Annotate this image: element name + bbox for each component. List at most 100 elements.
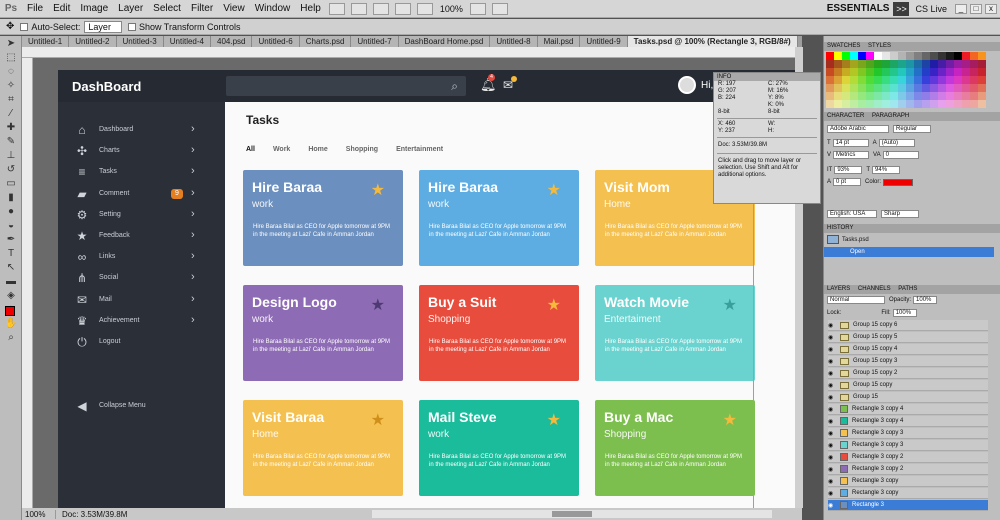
- color-swatch[interactable]: [874, 76, 882, 84]
- layer-row[interactable]: ◉ Group 15: [828, 392, 988, 403]
- color-swatch[interactable]: [866, 84, 874, 92]
- color-swatch[interactable]: [874, 84, 882, 92]
- task-card[interactable]: Buy a Mac Shopping Hire Baraa Bilal as CEO…: [595, 400, 755, 496]
- sidebar-item-logout[interactable]: ⏻ Logout: [58, 333, 225, 353]
- color-swatch[interactable]: [866, 76, 874, 84]
- eye-icon[interactable]: ◉: [828, 382, 837, 389]
- menu-image[interactable]: Image: [75, 3, 113, 14]
- task-card[interactable]: Watch Movie Entertaiment Hire Baraa Bilal …: [595, 285, 755, 381]
- sidebar-item-achievement[interactable]: ♛ Achievement ›: [58, 312, 225, 332]
- color-swatch[interactable]: [978, 76, 986, 84]
- gradient-tool-icon[interactable]: ▮: [4, 192, 18, 204]
- history-brush-tool-icon[interactable]: ↺: [4, 164, 18, 176]
- workspace-switcher[interactable]: ESSENTIALS: [827, 3, 890, 14]
- sidebar-item-dashboard[interactable]: ⌂ Dashboard ›: [58, 121, 225, 141]
- avatar[interactable]: [678, 76, 696, 94]
- filter-tab-shopping[interactable]: Shopping: [346, 146, 378, 153]
- color-swatch[interactable]: [850, 100, 858, 108]
- eye-icon[interactable]: ◉: [828, 358, 837, 365]
- document-tab[interactable]: Untitled-4: [163, 36, 211, 47]
- menu-file[interactable]: File: [22, 3, 48, 14]
- color-swatch[interactable]: [946, 84, 954, 92]
- star-icon[interactable]: ★: [547, 295, 561, 315]
- color-swatch[interactable]: [922, 100, 930, 108]
- document-tab[interactable]: Untitled-2: [69, 36, 117, 47]
- star-icon[interactable]: ★: [547, 410, 561, 430]
- layer-row[interactable]: ◉ Group 15 copy: [828, 380, 988, 391]
- move-tool-icon[interactable]: ✥: [6, 21, 14, 32]
- kerning-field[interactable]: Metrics: [833, 151, 870, 159]
- eye-icon[interactable]: ◉: [828, 466, 837, 473]
- color-swatch[interactable]: [914, 76, 922, 84]
- color-swatch[interactable]: [938, 60, 946, 68]
- color-swatch[interactable]: [906, 52, 914, 60]
- font-size-field[interactable]: 14 pt: [832, 139, 869, 147]
- fill-field[interactable]: 100%: [892, 309, 917, 317]
- color-swatch[interactable]: [922, 60, 930, 68]
- color-swatch[interactable]: [882, 84, 890, 92]
- color-swatch[interactable]: [962, 84, 970, 92]
- document-tab[interactable]: Tasks.psd @ 100% (Rectangle 3, RGB/8#): [627, 36, 798, 47]
- layer-row[interactable]: ◉ Rectangle 3 copy: [828, 488, 988, 499]
- layer-row[interactable]: ◉ Rectangle 3 copy 3: [828, 428, 988, 439]
- move-tool-icon[interactable]: ➤: [4, 38, 18, 50]
- tab-styles[interactable]: STYLES: [868, 43, 891, 49]
- color-swatch[interactable]: [882, 68, 890, 76]
- color-swatch[interactable]: [978, 52, 986, 60]
- color-swatch[interactable]: [946, 92, 954, 100]
- sidebar-item-social[interactable]: ⋔ Social ›: [58, 269, 225, 289]
- color-swatch[interactable]: [882, 100, 890, 108]
- eye-icon[interactable]: ◉: [828, 322, 837, 329]
- color-swatch[interactable]: [954, 100, 962, 108]
- layer-row[interactable]: ◉ Rectangle 3 copy: [828, 476, 988, 487]
- color-swatch[interactable]: [962, 92, 970, 100]
- sidebar-item-comment[interactable]: ▰ Comment 9 ›: [58, 185, 225, 205]
- dodge-tool-icon[interactable]: ◒: [4, 220, 18, 232]
- filter-tab-work[interactable]: Work: [273, 146, 290, 153]
- document-canvas[interactable]: DashBoard ⌕ 🔔︎ 4 ✉ Hi, ⌂ Dashboard › ✣ Chart…: [33, 58, 795, 508]
- tab-swatches[interactable]: SWATCHES: [827, 43, 860, 49]
- eye-icon[interactable]: ◉: [828, 502, 837, 509]
- color-swatch[interactable]: [954, 60, 962, 68]
- auto-select-checkbox[interactable]: [20, 22, 29, 31]
- type-tool-icon[interactable]: T: [4, 248, 18, 260]
- info-panel-header[interactable]: INFO: [714, 73, 820, 81]
- blend-mode-select[interactable]: Normal: [827, 296, 885, 304]
- color-swatch[interactable]: [906, 76, 914, 84]
- color-swatch[interactable]: [850, 68, 858, 76]
- color-swatch[interactable]: [938, 84, 946, 92]
- eye-icon[interactable]: ◉: [828, 418, 837, 425]
- color-swatch[interactable]: [914, 52, 922, 60]
- color-swatch[interactable]: [834, 84, 842, 92]
- color-swatch[interactable]: [898, 100, 906, 108]
- color-swatch[interactable]: [930, 52, 938, 60]
- color-swatch[interactable]: [938, 68, 946, 76]
- color-swatch[interactable]: [890, 84, 898, 92]
- rotate-view-button[interactable]: [416, 2, 433, 15]
- color-swatch[interactable]: [858, 52, 866, 60]
- color-swatch[interactable]: [826, 52, 834, 60]
- antialias-select[interactable]: Sharp: [881, 210, 919, 218]
- tab-paths[interactable]: PATHS: [898, 286, 917, 292]
- star-icon[interactable]: ★: [371, 180, 385, 200]
- cs-live-button[interactable]: CS Live: [915, 4, 947, 14]
- color-swatch[interactable]: [946, 100, 954, 108]
- color-swatch[interactable]: [866, 100, 874, 108]
- color-swatch[interactable]: [874, 68, 882, 76]
- color-swatch[interactable]: [874, 52, 882, 60]
- color-swatch[interactable]: [858, 76, 866, 84]
- document-tab[interactable]: Charts.psd: [299, 36, 352, 47]
- path-selection-tool-icon[interactable]: ↖: [4, 262, 18, 274]
- color-swatch[interactable]: [834, 52, 842, 60]
- color-swatch[interactable]: [890, 68, 898, 76]
- minimize-button[interactable]: _: [955, 3, 967, 14]
- task-card[interactable]: Hire Baraa work Hire Baraa Bilal as CEO fo…: [243, 170, 403, 266]
- color-swatch[interactable]: [914, 68, 922, 76]
- color-swatch[interactable]: [866, 92, 874, 100]
- color-swatch[interactable]: [922, 52, 930, 60]
- eye-icon[interactable]: ◉: [828, 442, 837, 449]
- color-swatch[interactable]: [826, 68, 834, 76]
- color-swatch[interactable]: [834, 68, 842, 76]
- color-swatch[interactable]: [890, 100, 898, 108]
- marquee-tool-icon[interactable]: ⬚: [4, 52, 18, 64]
